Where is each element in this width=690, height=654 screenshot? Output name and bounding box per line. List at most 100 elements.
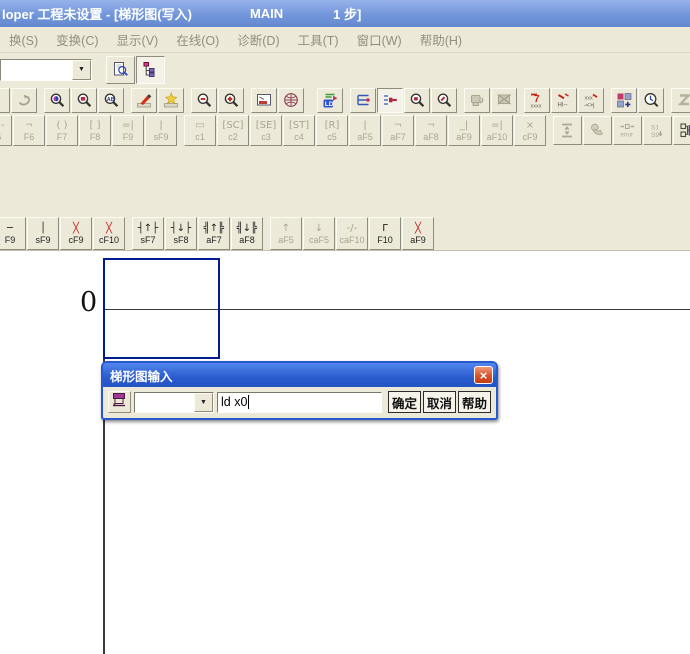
program-check-button[interactable] <box>106 56 135 84</box>
function-key-label: sF8 <box>173 235 188 245</box>
dialog-title-bar[interactable]: 梯形图输入 × <box>103 363 496 387</box>
program-parts-button[interactable] <box>611 88 637 113</box>
ladder-symbol: ( ) <box>57 120 68 132</box>
close-button[interactable]: × <box>474 366 493 384</box>
mag-device-icon <box>49 92 66 109</box>
ladder-symbol: │ <box>40 223 46 235</box>
ladder-symbol: | <box>363 120 366 132</box>
read-mode-button[interactable] <box>350 88 376 113</box>
project-data-list-button[interactable] <box>136 56 165 84</box>
undo-icon <box>16 92 33 109</box>
write-rung-button[interactable] <box>377 88 403 113</box>
zoom-out-button[interactable] <box>191 88 217 113</box>
ok-button[interactable]: 确定 <box>388 391 421 413</box>
function-key-label: cF9 <box>522 132 537 142</box>
monitor-write-rung-button[interactable] <box>431 88 457 113</box>
ladder-edit-area[interactable]: 0 梯形图输入 × ▼ ld x0 <box>0 250 690 654</box>
instruction-icon-button[interactable] <box>108 391 131 413</box>
pulse-open-branch-button[interactable]: ╣↑╠aF7 <box>198 217 230 250</box>
cpu-grey-icon <box>469 92 486 109</box>
pulse-close-button[interactable]: ┤↓├sF8 <box>165 217 197 250</box>
chevron-down-icon[interactable]: ▼ <box>72 60 91 80</box>
menu-convert[interactable]: 变换(C) <box>47 30 107 49</box>
device-test-button[interactable]: 7xxxx <box>524 88 550 113</box>
cancel-button[interactable]: 取消 <box>423 391 456 413</box>
invert-button: -/-caF10 <box>336 217 368 250</box>
window-title-steps: 1 步] <box>333 4 361 23</box>
menu-window[interactable]: 窗口(W) <box>348 30 411 49</box>
ladder-logic-test-button[interactable]: LD <box>317 88 343 113</box>
toolbar-dock-empty <box>0 147 690 216</box>
blocks-plus-icon <box>616 92 633 109</box>
zoom-in-button[interactable] <box>218 88 244 113</box>
menu-online[interactable]: 在线(O) <box>167 30 228 49</box>
ladder-symbol: =| <box>122 120 134 132</box>
svg-text:HI--: HI-- <box>557 102 567 108</box>
mag-plus-icon <box>223 92 240 109</box>
menu-tools[interactable]: 工具(T) <box>289 30 348 49</box>
svg-text:error: error <box>621 133 634 139</box>
device-skip-button[interactable]: xxx-<>| <box>578 88 604 113</box>
function-key-label: caF10 <box>339 235 364 245</box>
undo-button <box>11 88 37 113</box>
monitor-stop-button <box>491 88 517 113</box>
open-contact-button: -| |-F5 <box>0 115 12 146</box>
find-instruction-button[interactable]: AB <box>98 88 124 113</box>
menu-find-replace[interactable]: 换(S) <box>0 30 47 49</box>
function-key-label: aF5 <box>278 235 294 245</box>
function-key-label: aF8 <box>423 132 439 142</box>
ladder-symbol: ╣↑╠ <box>204 223 224 235</box>
help-button[interactable]: 帮助 <box>458 391 491 413</box>
function-key-label: aF7 <box>206 235 222 245</box>
window-title: loper 工程未设置 - [梯形图(写入) <box>2 4 192 23</box>
function-key-label: F7 <box>57 132 68 142</box>
instruction-history-value <box>135 393 194 412</box>
ladder-symbol: ╣↓╠ <box>237 223 257 235</box>
trace-time-button[interactable] <box>638 88 664 113</box>
ladder-symbol: ¬ <box>25 120 33 132</box>
vline2-button: |aF5 <box>349 115 381 146</box>
project-display-button[interactable] <box>278 88 304 113</box>
rise-button: ↑aF5 <box>270 217 302 250</box>
instruction-input[interactable]: ld x0 <box>217 392 382 413</box>
ladder-symbol: ┤↓├ <box>171 223 191 235</box>
ladder-symbol: ▭ <box>195 120 204 132</box>
st-button: [ST]c4 <box>283 115 315 146</box>
find-contact-coil-button[interactable] <box>71 88 97 113</box>
menu-help[interactable]: 帮助(H) <box>411 30 471 49</box>
monitor-rung-button[interactable] <box>404 88 430 113</box>
delete-line-button[interactable]: ╳aF9 <box>402 217 434 250</box>
doc-check-icon <box>112 61 129 78</box>
device-batch-button[interactable]: HI-- <box>551 88 577 113</box>
star-monitor-icon <box>163 92 180 109</box>
updown-icon <box>559 122 576 139</box>
chevron-down-icon[interactable]: ▼ <box>194 393 213 412</box>
window-split-icon <box>256 92 273 109</box>
comment-display-button[interactable] <box>251 88 277 113</box>
function-key-label: F6 <box>24 132 35 142</box>
draw-hline-button[interactable]: ─F9 <box>0 217 26 250</box>
svg-text:xxxx: xxxx <box>530 103 541 109</box>
draw-vline-button[interactable]: │sF9 <box>27 217 59 250</box>
scroll-updown-button <box>553 116 582 145</box>
ladder-symbol: ↓ <box>315 223 323 235</box>
program-select-combo[interactable]: ▼ <box>0 59 92 81</box>
write-mode-button[interactable] <box>131 88 157 113</box>
menu-diagnostics[interactable]: 诊断(D) <box>228 30 288 49</box>
pulse-open-button[interactable]: ┤↑├sF7 <box>132 217 164 250</box>
pulse-close-branch-button[interactable]: ╣↓╠aF8 <box>231 217 263 250</box>
function-key-label: sF9 <box>153 132 168 142</box>
monitor-mode-button[interactable] <box>158 88 184 113</box>
coil-button: ( )F7 <box>46 115 78 146</box>
delete-vline-button[interactable]: ╳cF10 <box>93 217 125 250</box>
find-device-button[interactable] <box>44 88 70 113</box>
menu-view[interactable]: 显示(V) <box>108 30 168 49</box>
edit-line-button[interactable]: ΓF10 <box>369 217 401 250</box>
delete-hline-button[interactable]: ╳cF9 <box>60 217 92 250</box>
function-key-label: c3 <box>261 132 271 142</box>
box-button: ▭c1 <box>184 115 216 146</box>
function-key-label: aF9 <box>410 235 426 245</box>
instruction-history-combo[interactable]: ▼ <box>134 392 214 413</box>
block-select-button[interactable] <box>673 116 690 145</box>
ladder-symbol: ↑ <box>282 223 290 235</box>
